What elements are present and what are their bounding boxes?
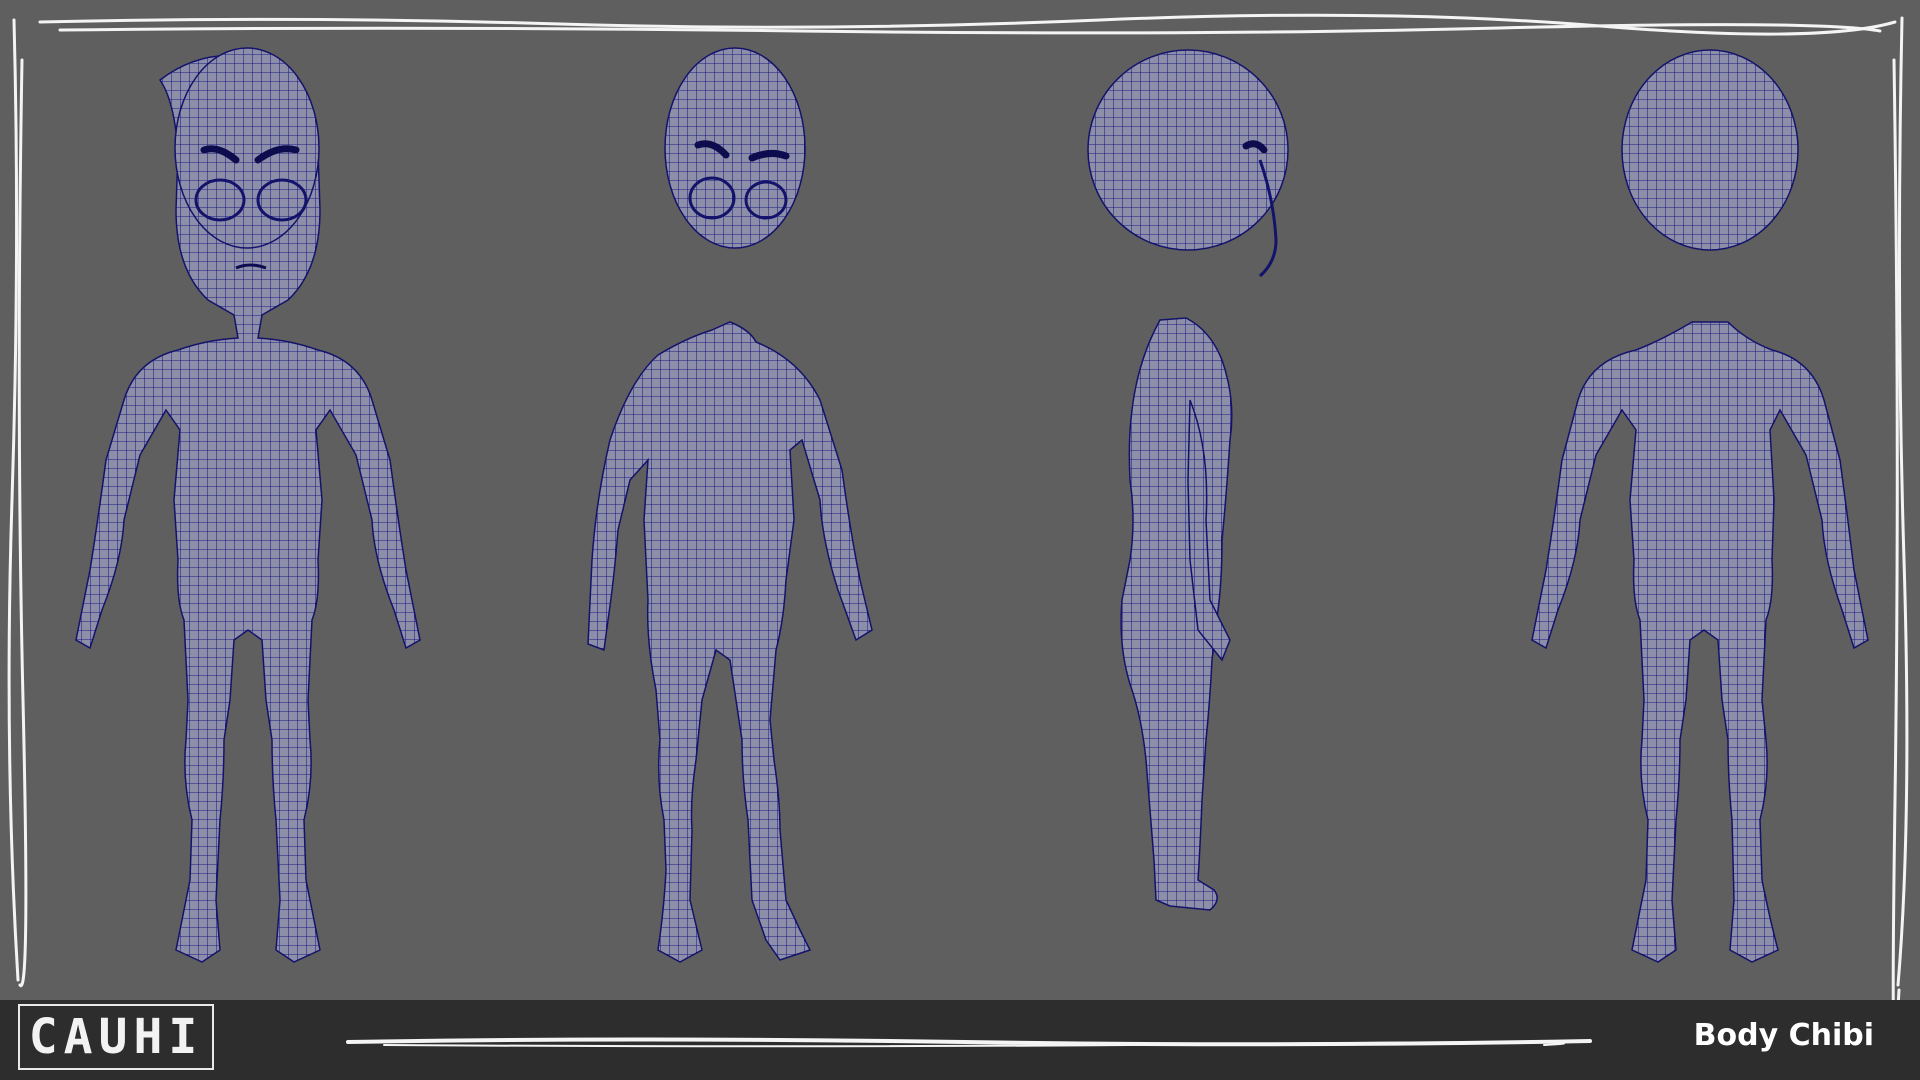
logo-text: CAUHI (28, 1009, 204, 1065)
footer-brush-line (346, 1037, 1592, 1048)
character-side-view (960, 0, 1440, 1000)
artwork-canvas: CAUHI Body Chibi (0, 0, 1920, 1080)
character-front-view (0, 0, 480, 1000)
brand-logo: CAUHI (18, 1004, 214, 1070)
character-three-quarter-view (480, 0, 960, 1000)
footer-title: Body Chibi (1693, 1018, 1874, 1053)
character-back-view (1440, 0, 1920, 1000)
